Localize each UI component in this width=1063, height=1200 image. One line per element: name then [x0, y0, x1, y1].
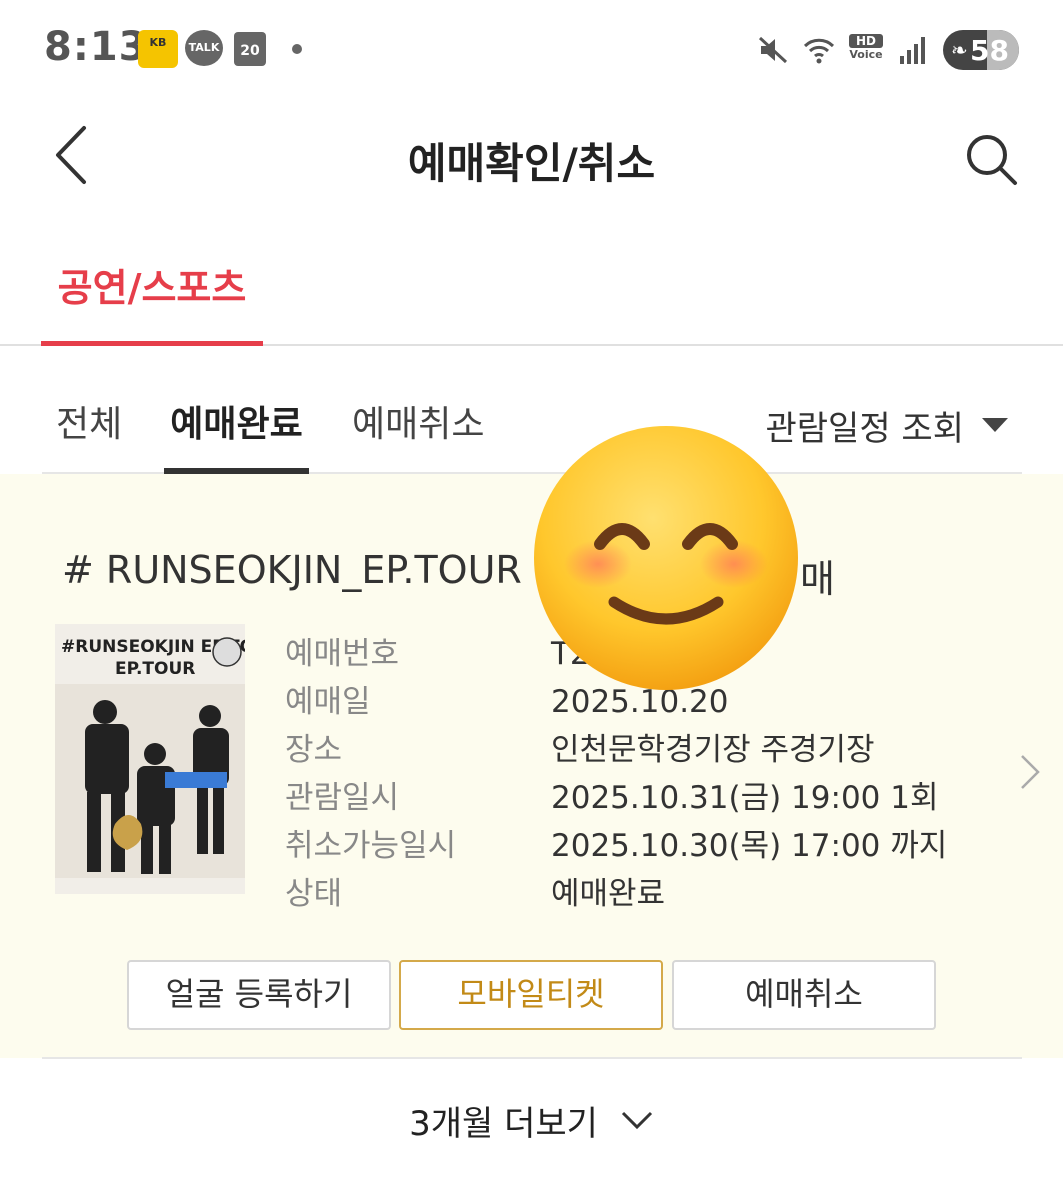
- clock: 8:13: [44, 24, 148, 70]
- wifi-icon: [803, 38, 835, 64]
- mute-icon: [758, 36, 788, 64]
- status-value: 예매완료: [551, 876, 666, 912]
- venue-label: 장소: [285, 732, 343, 768]
- smiling-face-sticker: [534, 426, 798, 690]
- mobile-ticket-button[interactable]: 모바일티켓: [399, 960, 663, 1030]
- hd-voice-icon: HD Voice: [849, 34, 883, 66]
- face-register-button[interactable]: 얼굴 등록하기: [127, 960, 391, 1030]
- status-icons: HD Voice ❧ 58: [757, 28, 1019, 72]
- hd-label: HD: [849, 34, 883, 48]
- status-label: 상태: [285, 876, 343, 912]
- battery-indicator: ❧ 58: [943, 30, 1019, 70]
- svg-text:EP.TOUR: EP.TOUR: [115, 659, 195, 679]
- load-more-label: 3개월 더보기: [409, 1103, 598, 1144]
- kakaotalk-icon: TALK: [185, 30, 223, 66]
- show-poster: #RUNSEOKJIN EP.TOUR EP.TOUR: [55, 624, 245, 894]
- search-icon[interactable]: [963, 130, 1019, 190]
- cancel-booking-button[interactable]: 예매취소: [672, 960, 936, 1030]
- calendar-icon: 20: [234, 32, 266, 66]
- page-title: 예매확인/취소: [407, 139, 656, 188]
- chevron-down-icon: [621, 1111, 652, 1130]
- voice-label: Voice: [849, 48, 883, 61]
- caret-down-icon: [982, 418, 1008, 432]
- battery-percent: 58: [970, 33, 1009, 67]
- divider: [42, 1057, 1022, 1059]
- cancel-deadline-value: 2025.10.30(목) 17:00 까지: [551, 828, 948, 864]
- app-header: 예매확인/취소: [0, 100, 1063, 220]
- power-saving-icon: ❧: [951, 38, 968, 62]
- show-title-tail: 매: [800, 557, 835, 601]
- booking-number-label: 예매번호: [285, 636, 400, 672]
- cancel-deadline-label: 취소가능일시: [285, 828, 457, 864]
- filter-tab-cancelled[interactable]: 예매취소: [352, 380, 484, 474]
- more-notifications-icon: [292, 44, 302, 54]
- chevron-right-icon[interactable]: [1016, 752, 1044, 792]
- tab-performance-sports[interactable]: 공연/스포츠: [41, 240, 263, 346]
- kb-bank-icon: KB: [138, 30, 178, 68]
- show-datetime-value: 2025.10.31(금) 19:00 1회: [551, 780, 939, 816]
- signal-icon: [900, 37, 925, 64]
- load-more-button[interactable]: 3개월 더보기: [0, 1090, 1063, 1150]
- booking-date-label: 예매일: [285, 684, 371, 720]
- show-datetime-label: 관람일시: [285, 780, 400, 816]
- venue-value: 인천문학경기장 주경기장: [551, 732, 875, 768]
- filter-tab-completed[interactable]: 예매완료: [164, 380, 309, 474]
- category-tabs: 공연/스포츠: [0, 240, 1063, 346]
- status-bar: 8:13 KB TALK 20 HD Voice ❧ 58: [0, 0, 1063, 100]
- date-filter-dropdown[interactable]: 관람일정 조회: [766, 380, 1008, 470]
- show-title: # RUNSEOKJIN_EP.TOUR: [62, 548, 522, 592]
- filter-tab-all[interactable]: 전체: [56, 380, 122, 474]
